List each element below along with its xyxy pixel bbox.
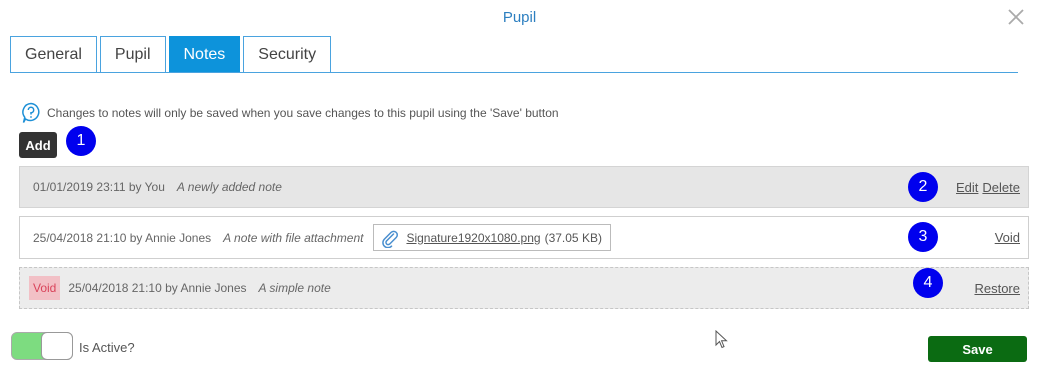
tab-bar: General Pupil Notes Security [10, 36, 334, 73]
paperclip-icon [380, 228, 400, 248]
note-actions: Void [995, 217, 1020, 258]
is-active-toggle[interactable] [11, 332, 73, 360]
tab-general[interactable]: General [10, 36, 97, 73]
attachment-size: (37.05 KB) [544, 230, 602, 245]
is-active-label: Is Active? [79, 340, 135, 355]
delete-link[interactable]: Delete [982, 180, 1020, 195]
tab-security[interactable]: Security [243, 36, 332, 73]
note-meta: 25/04/2018 21:10 by Annie Jones [33, 230, 212, 245]
callout-badge-3: 3 [908, 222, 938, 252]
void-link[interactable]: Void [995, 230, 1020, 245]
help-icon [21, 102, 41, 124]
info-message: Changes to notes will only be saved when… [21, 102, 559, 124]
note-row: 01/01/2019 23:11 by You A newly added no… [19, 166, 1029, 208]
note-meta: 01/01/2019 23:11 by You [33, 180, 165, 194]
tab-pupil[interactable]: Pupil [99, 36, 166, 73]
attachment-link[interactable]: Signature1920x1080.png [406, 231, 540, 245]
restore-link[interactable]: Restore [974, 281, 1020, 296]
info-text: Changes to notes will only be saved when… [47, 106, 559, 120]
note-text: A simple note [258, 281, 331, 295]
attachment-chip: Signature1920x1080.png (37.05 KB) [373, 224, 611, 251]
void-status-badge: Void [29, 276, 61, 300]
tab-notes[interactable]: Notes [168, 36, 241, 73]
note-text: A note with file attachment [223, 230, 364, 245]
note-text: A newly added note [176, 180, 282, 194]
toggle-knob [41, 332, 73, 360]
note-meta: 25/04/2018 21:10 by Annie Jones [68, 281, 247, 295]
tab-divider [10, 72, 1018, 73]
note-row: Void 25/04/2018 21:10 by Annie Jones A s… [19, 267, 1029, 309]
edit-link[interactable]: Edit [956, 180, 978, 195]
callout-badge-2: 2 [908, 172, 938, 202]
callout-badge-1: 1 [66, 126, 96, 156]
add-note-button[interactable]: Add [19, 132, 57, 158]
note-actions: Restore [974, 268, 1020, 308]
dialog-title: Pupil [502, 9, 537, 26]
note-actions: Edit Delete [956, 167, 1020, 207]
callout-badge-4: 4 [913, 268, 943, 298]
save-button[interactable]: Save [928, 336, 1027, 362]
close-icon[interactable] [1005, 6, 1027, 28]
mouse-cursor-icon [715, 329, 729, 350]
note-row: 25/04/2018 21:10 by Annie Jones A note w… [19, 216, 1029, 259]
